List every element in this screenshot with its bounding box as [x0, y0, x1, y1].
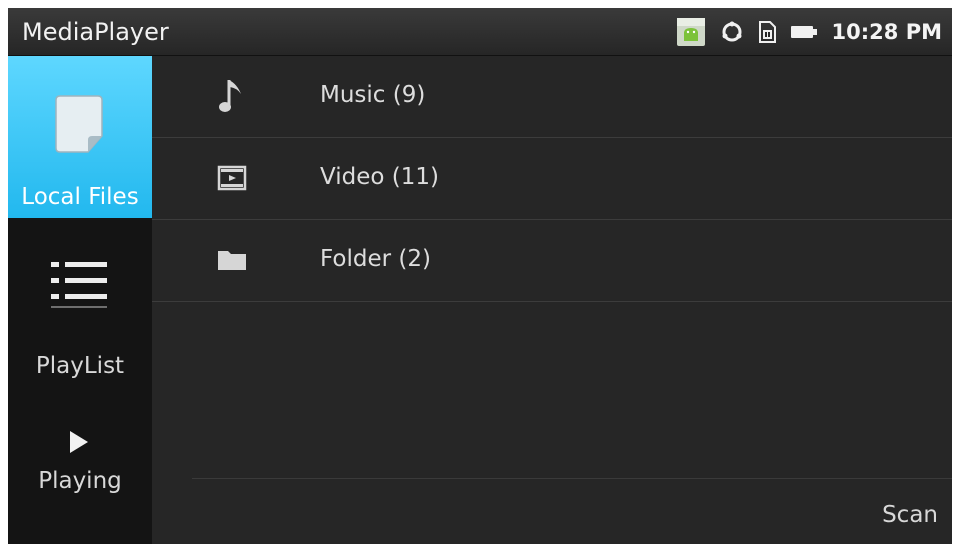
file-category-list: Music (9) Video (11) Folder (2) Scan	[152, 56, 952, 544]
sidebar-item-playlist[interactable]: PlayList	[8, 218, 152, 379]
sync-icon	[720, 20, 744, 44]
sidebar-item-playing[interactable]: Playing	[8, 378, 152, 544]
list-item-video[interactable]: Video (11)	[152, 138, 952, 220]
document-icon	[55, 95, 103, 153]
list-icon	[51, 262, 107, 308]
film-icon	[214, 158, 250, 198]
scan-button[interactable]: Scan	[882, 502, 938, 528]
list-item-label: Folder (2)	[320, 246, 431, 272]
clock: 10:28 PM	[831, 20, 942, 44]
play-icon	[70, 431, 88, 453]
status-icons: 10:28 PM	[676, 16, 942, 48]
list-item-label: Video (11)	[320, 164, 439, 190]
sidebar-item-label: PlayList	[35, 353, 125, 379]
title-bar: MediaPlayer 10:28 PM	[8, 8, 952, 56]
sim-card-icon	[758, 21, 776, 43]
music-note-icon	[214, 76, 250, 116]
footer-divider	[192, 478, 952, 479]
sidebar-item-local-files[interactable]: Local Files	[8, 56, 152, 218]
android-app-notification-icon[interactable]	[676, 17, 706, 47]
battery-icon	[790, 24, 818, 40]
list-item-music[interactable]: Music (9)	[152, 56, 952, 138]
app-title: MediaPlayer	[22, 18, 169, 46]
folder-icon	[214, 240, 250, 280]
list-item-folder[interactable]: Folder (2)	[152, 220, 952, 302]
device-screen: MediaPlayer 10:28 PM Local Files PlayLis…	[8, 8, 952, 544]
sidebar-item-label: Local Files	[21, 184, 139, 210]
sidebar: Local Files PlayList Playing	[8, 56, 152, 544]
list-item-label: Music (9)	[320, 82, 426, 108]
sidebar-item-label: Playing	[38, 468, 122, 494]
